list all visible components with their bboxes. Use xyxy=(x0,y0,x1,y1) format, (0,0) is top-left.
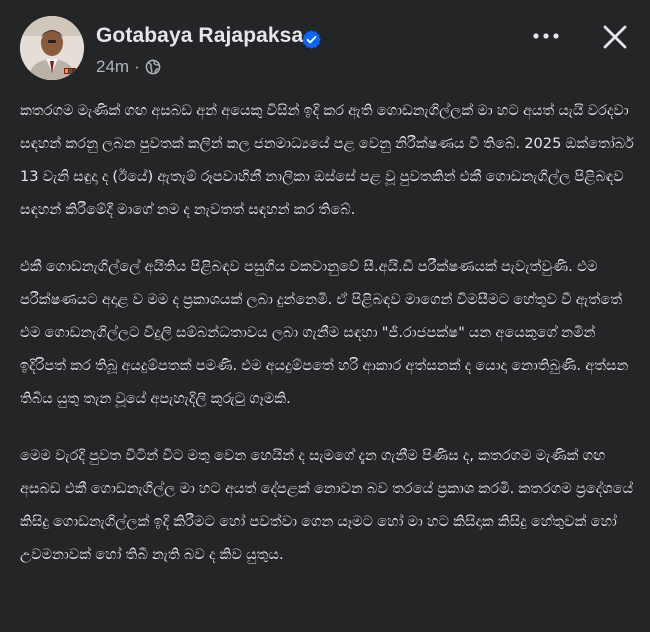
post-header: Gotabaya Rajapaksa 24m · xyxy=(0,0,650,90)
post-paragraph: කතරගම මැණික් ගඟ අසබඩ අන් අයෙකු විසින් ඉද… xyxy=(20,102,635,218)
post-body: කතරගම මැණික් ගඟ අසබඩ අන් අයෙකු විසින් ඉද… xyxy=(20,94,636,571)
more-options-icon xyxy=(533,33,559,39)
close-button[interactable] xyxy=(598,20,632,54)
avatar-portrait-image xyxy=(20,16,84,80)
verified-badge-icon xyxy=(302,30,321,49)
author-name[interactable]: Gotabaya Rajapaksa xyxy=(96,24,303,48)
post-paragraph: එකී ගොඩනැගිල්ලේ අයිතිය පිළිබඳව පසුගිය වක… xyxy=(20,258,629,407)
more-options-button[interactable] xyxy=(528,22,564,50)
close-icon xyxy=(603,25,627,49)
post-paragraph: මෙම වැරදි පුවත විටින් විට මතු වෙන හෙයින්… xyxy=(20,447,634,563)
author-avatar[interactable] xyxy=(20,16,84,80)
meta-separator: · xyxy=(134,57,140,76)
globe-icon[interactable] xyxy=(145,59,161,75)
post-meta: 24m · xyxy=(96,56,161,78)
post-timestamp[interactable]: 24m xyxy=(96,57,129,77)
